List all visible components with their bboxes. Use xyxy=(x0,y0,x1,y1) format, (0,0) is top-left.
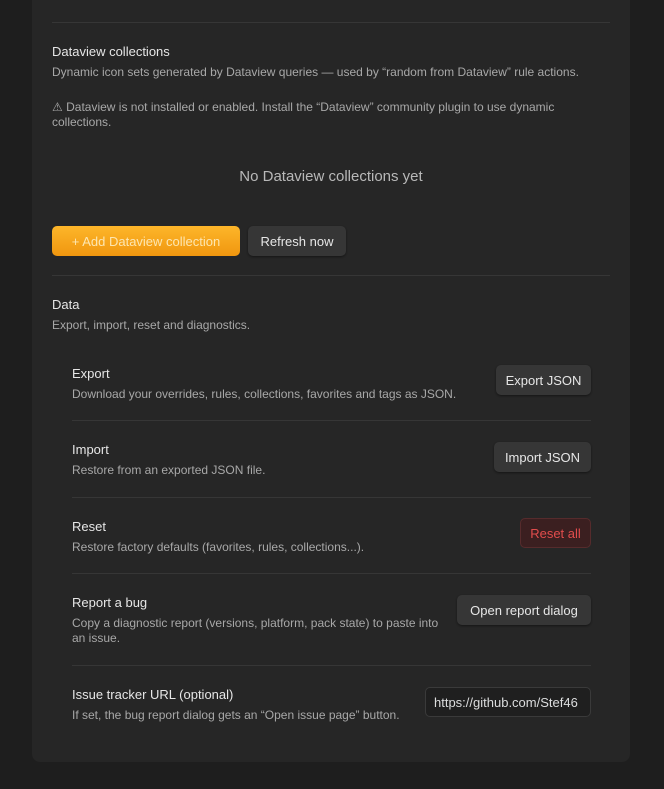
dataview-section-title: Dataview collections xyxy=(52,44,170,59)
empty-state-message: No Dataview collections yet xyxy=(239,168,423,185)
reset-all-button[interactable]: Reset all xyxy=(520,518,591,548)
data-section-description: Export, import, reset and diagnostics. xyxy=(52,318,251,332)
row-divider xyxy=(72,497,591,498)
section-divider xyxy=(52,22,610,23)
settings-panel: Dataview collections Dynamic icon sets g… xyxy=(32,0,630,762)
import-json-button[interactable]: Import JSON xyxy=(494,442,591,472)
import-title: Import xyxy=(72,442,109,457)
section-divider xyxy=(52,275,610,276)
issue-tracker-title: Issue tracker URL (optional) xyxy=(72,687,234,702)
reset-title: Reset xyxy=(72,519,106,534)
data-section-title: Data xyxy=(52,297,80,312)
import-description: Restore from an exported JSON file. xyxy=(72,463,266,477)
warning-icon: ⚠ xyxy=(52,100,63,114)
report-bug-description: Copy a diagnostic report (versions, plat… xyxy=(72,616,439,645)
row-divider xyxy=(72,420,591,421)
dataview-warning: ⚠ Dataview is not installed or enabled. … xyxy=(52,100,572,130)
export-title: Export xyxy=(72,366,110,381)
warning-text: Dataview is not installed or enabled. In… xyxy=(52,100,555,129)
reset-description: Restore factory defaults (favorites, rul… xyxy=(72,540,365,554)
row-divider xyxy=(72,573,591,574)
issue-tracker-description: If set, the bug report dialog gets an “O… xyxy=(72,708,400,722)
issue-tracker-url-input[interactable] xyxy=(425,687,591,717)
report-bug-title: Report a bug xyxy=(72,595,148,610)
refresh-now-button[interactable]: Refresh now xyxy=(248,226,346,256)
open-report-dialog-button[interactable]: Open report dialog xyxy=(457,595,591,625)
export-json-button[interactable]: Export JSON xyxy=(496,365,591,395)
row-divider xyxy=(72,665,591,666)
export-description: Download your overrides, rules, collecti… xyxy=(72,387,457,401)
reset-setting: Reset Restore factory defaults (favorite… xyxy=(72,519,591,559)
dataview-section-description: Dynamic icon sets generated by Dataview … xyxy=(52,65,579,79)
add-dataview-collection-button[interactable]: + Add Dataview collection xyxy=(52,226,240,256)
